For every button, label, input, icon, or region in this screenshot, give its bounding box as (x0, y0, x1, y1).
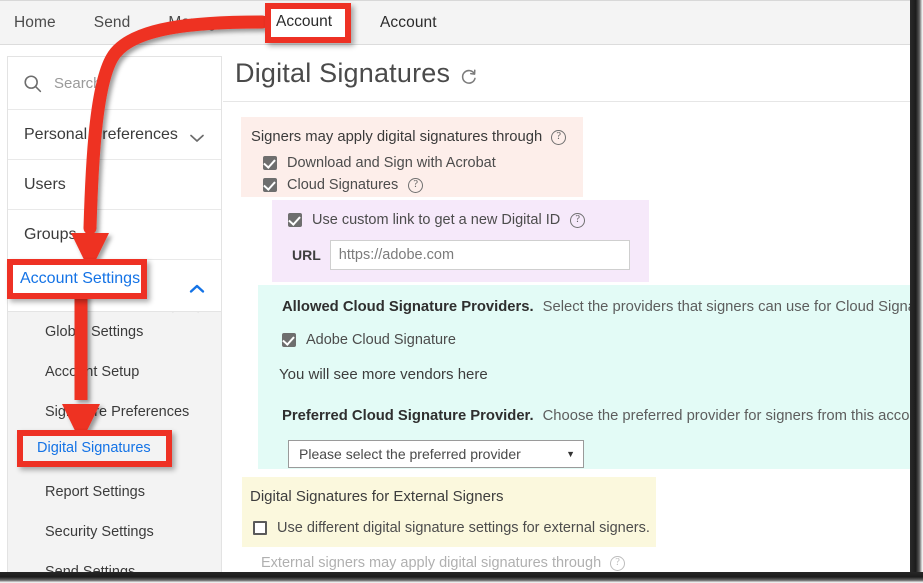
sidebar-item-label: Users (24, 175, 66, 193)
checkbox-checked-icon[interactable] (263, 178, 277, 192)
nav-item-home[interactable]: Home (10, 12, 60, 34)
checkbox-checked-icon[interactable] (282, 333, 296, 347)
url-field-row: URL (272, 228, 649, 270)
cloud-signature-providers-section: Allowed Cloud Signature Providers. Selec… (258, 285, 923, 469)
nav-item-send[interactable]: Send (90, 12, 135, 34)
screenshot-frame-bottom (0, 572, 923, 583)
search-placeholder-text: Search (54, 74, 102, 92)
external-signers-disabled-heading-text: External signers may apply digital signa… (261, 555, 602, 571)
option-label: Use custom link to get a new Digital ID (312, 212, 561, 228)
checkbox-checked-icon[interactable] (263, 156, 277, 170)
question-mark-icon[interactable]: ? (408, 177, 424, 193)
option-use-custom-link[interactable]: Use custom link to get a new Digital ID … (272, 200, 649, 228)
search-input[interactable]: Search (8, 57, 221, 110)
external-signers-title: Digital Signatures for External Signers (250, 488, 504, 505)
provider-label: Adobe Cloud Signature (306, 332, 456, 348)
highlighted-sidebar-digital-signatures-label[interactable]: Digital Signatures (37, 440, 151, 456)
preferred-provider-heading-bold: Preferred Cloud Signature Provider. (282, 408, 534, 424)
preferred-provider-heading-text: Choose the preferred provider for signer… (542, 408, 923, 424)
sidebar: Search Personal Preferences Users Groups… (7, 56, 222, 583)
option-label: Download and Sign with Acrobat (287, 155, 496, 171)
option-label: Use different digital signature settings… (277, 520, 650, 536)
screenshot-frame-right (910, 0, 923, 583)
option-label: Cloud Signatures (287, 177, 399, 193)
frame-top-line (0, 0, 911, 1)
sidebar-item-groups[interactable]: Groups (8, 210, 221, 260)
sidebar-item-report-settings[interactable]: Report Settings (8, 472, 221, 512)
url-input[interactable] (329, 240, 630, 270)
checkbox-unchecked-icon[interactable] (253, 521, 267, 535)
sidebar-item-security-settings[interactable]: Security Settings (8, 512, 221, 552)
signers-digital-signature-section: Signers may apply digital signatures thr… (241, 117, 583, 197)
allowed-providers-heading: Allowed Cloud Signature Providers. Selec… (258, 285, 923, 315)
caret-down-icon: ▼ (566, 449, 575, 459)
top-navigation-bar: Home Send Manage Reports Account (0, 1, 911, 45)
question-mark-icon[interactable]: ? (551, 129, 567, 145)
preferred-provider-select[interactable]: Please select the preferred provider ▼ (288, 440, 584, 468)
sidebar-item-label: Groups (24, 225, 77, 243)
search-icon (22, 73, 43, 94)
option-download-and-sign-with-acrobat[interactable]: Download and Sign with Acrobat (241, 145, 583, 171)
chevron-down-icon (189, 130, 205, 142)
allowed-providers-heading-bold: Allowed Cloud Signature Providers. (282, 299, 534, 315)
option-use-different-settings-for-external-signers[interactable]: Use different digital signature settings… (242, 505, 656, 536)
sidebar-item-personal-preferences[interactable]: Personal Preferences (8, 110, 221, 160)
preferred-provider-heading: Preferred Cloud Signature Provider. Choo… (258, 383, 923, 424)
checkbox-checked-icon[interactable] (288, 213, 302, 227)
external-signers-disabled-heading: External signers may apply digital signa… (261, 555, 626, 571)
option-cloud-signatures[interactable]: Cloud Signatures ? (241, 171, 583, 193)
signers-section-heading-text: Signers may apply digital signatures thr… (251, 129, 543, 145)
sidebar-item-users[interactable]: Users (8, 160, 221, 210)
main-content-panel: Digital Signatures Signers may apply dig… (223, 45, 923, 572)
nav-item-manage[interactable]: Manage (164, 12, 229, 34)
sidebar-item-account-setup[interactable]: Account Setup (8, 352, 221, 392)
screenshot-root: Home Send Manage Reports Account Search … (0, 0, 923, 583)
allowed-providers-heading-text: Select the providers that signers can us… (542, 299, 923, 315)
signers-section-heading: Signers may apply digital signatures thr… (241, 117, 583, 145)
page-title: Digital Signatures (235, 58, 451, 88)
preferred-provider-select-value: Please select the preferred provider (299, 446, 521, 462)
custom-digital-id-link-section: Use custom link to get a new Digital ID … (272, 200, 649, 282)
url-label: URL (292, 247, 321, 263)
page-header: Digital Signatures (223, 45, 911, 102)
refresh-icon[interactable] (459, 67, 478, 86)
question-mark-icon: ? (610, 555, 626, 571)
more-vendors-note: You will see more vendors here (279, 366, 488, 383)
chevron-up-icon (189, 281, 205, 293)
highlighted-sidebar-account-settings-label[interactable]: Account Settings (20, 270, 140, 288)
provider-adobe-cloud-signature[interactable]: Adobe Cloud Signature (258, 315, 911, 348)
external-signers-section: Digital Signatures for External Signers … (242, 477, 656, 547)
sidebar-item-signature-preferences[interactable]: Signature Preferences (8, 392, 221, 432)
sidebar-item-label: Personal Preferences (24, 125, 178, 143)
nav-item-account[interactable]: Account (376, 12, 441, 34)
highlighted-nav-account-label[interactable]: Account (276, 13, 332, 31)
sidebar-item-global-settings[interactable]: Global Settings (8, 312, 221, 352)
question-mark-icon[interactable]: ? (570, 212, 586, 228)
